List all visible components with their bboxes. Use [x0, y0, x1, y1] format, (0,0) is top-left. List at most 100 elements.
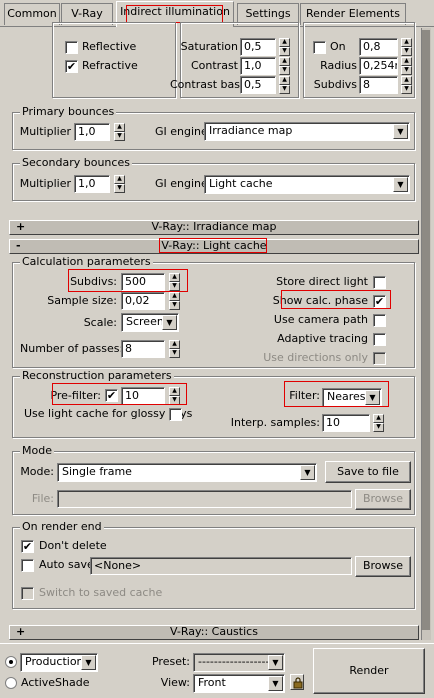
ao-on-checkbox[interactable]: [313, 41, 326, 54]
secondary-multiplier-field[interactable]: 1,0: [74, 175, 110, 193]
on-render-end-title: On render end: [20, 520, 104, 533]
ao-amount-spinner[interactable]: ▲ ▼: [401, 38, 412, 56]
caustics-rollout[interactable]: + V-Ray:: Caustics: [9, 625, 419, 640]
scrollbar-thumb[interactable]: [422, 30, 430, 630]
secondary-gi-engine-select[interactable]: Light cache ▼: [204, 175, 410, 194]
activeshade-radio[interactable]: [5, 677, 17, 689]
primary-gi-engine-select[interactable]: Irradiance map ▼: [204, 122, 410, 141]
adaptive-tracing-checkbox[interactable]: [373, 333, 386, 346]
filter-label: Filter:: [289, 389, 320, 402]
chevron-down-icon: ▼: [81, 655, 96, 670]
primary-multiplier-label: Multiplier: [19, 125, 71, 138]
use-camera-path-checkbox[interactable]: [373, 314, 386, 327]
radius-spinner[interactable]: ▲ ▼: [401, 57, 412, 75]
interp-samples-label: Interp. samples:: [230, 416, 320, 429]
prefilter-checkbox[interactable]: ✔: [105, 389, 118, 402]
prefilter-label: Pre-filter:: [50, 389, 101, 402]
subdivs-spinner[interactable]: ▲ ▼: [169, 273, 180, 291]
auto-save-label: Auto save:: [39, 558, 98, 571]
ao-amount-field[interactable]: 0,8: [359, 38, 398, 56]
auto-save-checkbox[interactable]: [21, 559, 34, 572]
interp-samples-field[interactable]: 10: [322, 414, 370, 432]
store-direct-light-checkbox[interactable]: [373, 276, 386, 289]
ao-on-label: On: [330, 40, 346, 53]
dont-delete-label: Don't delete: [39, 539, 107, 552]
adaptive-tracing-label: Adaptive tracing: [277, 332, 368, 345]
contrast-field[interactable]: 1,0: [240, 57, 276, 75]
primary-multiplier-spinner[interactable]: ▲ ▼: [114, 123, 125, 141]
secondary-multiplier-label: Multiplier: [19, 177, 71, 190]
render-button[interactable]: Render: [313, 648, 425, 694]
file-field[interactable]: [57, 490, 352, 508]
production-radio[interactable]: [5, 656, 17, 668]
chevron-down-icon: ▼: [393, 124, 408, 139]
ao-subdivs-field[interactable]: 8: [359, 76, 398, 94]
primary-bounces-title: Primary bounces: [20, 105, 117, 118]
irradiance-map-rollout[interactable]: + V-Ray:: Irradiance map: [9, 220, 419, 235]
auto-save-browse-button[interactable]: Browse: [355, 556, 411, 577]
scale-select[interactable]: Screen ▼: [121, 313, 179, 332]
sample-size-label: Sample size:: [47, 294, 117, 307]
saturation-label: Saturation: [180, 40, 238, 53]
chevron-down-icon: ▼: [300, 465, 315, 480]
primary-gi-engine-label: GI engine: [155, 125, 208, 138]
switch-to-saved-cache-label: Switch to saved cache: [39, 586, 163, 599]
saturation-spinner[interactable]: ▲ ▼: [279, 38, 290, 56]
saturation-field[interactable]: 0,5: [240, 38, 276, 56]
ao-subdivs-label: Subdivs: [313, 78, 357, 91]
chevron-down-icon: ▼: [393, 177, 408, 192]
secondary-bounces-title: Secondary bounces: [20, 156, 132, 169]
interp-samples-spinner[interactable]: ▲ ▼: [373, 414, 384, 432]
secondary-gi-engine-label: GI engine: [155, 177, 208, 190]
mode-browse-button[interactable]: Browse: [355, 489, 411, 510]
prefilter-spinner[interactable]: ▲ ▼: [169, 387, 180, 405]
passes-spinner[interactable]: ▲ ▼: [169, 340, 180, 358]
reflective-label: Reflective: [82, 40, 137, 53]
use-directions-only-checkbox[interactable]: [373, 352, 386, 365]
glossy-rays-label: Use light cache for glossy rays: [24, 407, 193, 420]
save-to-file-button[interactable]: Save to file: [325, 461, 411, 483]
contrast-spinner[interactable]: ▲ ▼: [279, 57, 290, 75]
prefilter-field[interactable]: 10: [121, 387, 165, 405]
calculation-parameters-title: Calculation parameters: [20, 255, 153, 268]
refractive-checkbox[interactable]: ✔: [65, 60, 78, 73]
contrast-base-field[interactable]: 0,5: [240, 76, 276, 94]
preset-label: Preset:: [151, 655, 190, 668]
refractive-label: Refractive: [82, 59, 138, 72]
primary-multiplier-field[interactable]: 1,0: [74, 123, 110, 141]
sample-size-field[interactable]: 0,02: [121, 292, 165, 310]
preset-select[interactable]: -------------------- ▼: [193, 653, 285, 672]
contrast-base-label: Contrast base: [170, 78, 247, 91]
dont-delete-checkbox[interactable]: ✔: [21, 540, 34, 553]
show-calc-phase-label: Show calc. phase: [272, 294, 368, 307]
reconstruction-parameters-title: Reconstruction parameters: [20, 369, 174, 382]
ao-subdivs-spinner[interactable]: ▲ ▼: [401, 76, 412, 94]
glossy-rays-checkbox[interactable]: [169, 408, 182, 421]
light-cache-rollout[interactable]: - V-Ray:: Light cache: [9, 239, 419, 254]
sample-size-spinner[interactable]: ▲ ▼: [169, 292, 180, 310]
passes-field[interactable]: 8: [121, 340, 165, 358]
mode-select[interactable]: Single frame ▼: [57, 463, 317, 482]
use-camera-path-label: Use camera path: [273, 313, 368, 326]
mode-title: Mode: [20, 444, 54, 457]
scale-label: Scale:: [83, 316, 117, 329]
view-select[interactable]: Front ▼: [193, 674, 285, 693]
subdivs-label: Subdivs:: [70, 275, 117, 288]
radius-field[interactable]: 0,254m: [359, 57, 398, 75]
chevron-down-icon: ▼: [365, 390, 380, 405]
switch-to-saved-cache-checkbox[interactable]: [21, 587, 34, 600]
store-direct-light-label: Store direct light: [276, 275, 368, 288]
contrast-base-spinner[interactable]: ▲ ▼: [279, 76, 290, 94]
filter-select[interactable]: Nearest ▼: [322, 388, 382, 407]
subdivs-field[interactable]: 500: [121, 273, 165, 291]
reflective-checkbox[interactable]: [65, 41, 78, 54]
lock-icon[interactable]: [290, 674, 304, 690]
show-calc-phase-checkbox[interactable]: ✔: [373, 295, 386, 308]
production-select[interactable]: Production ▼: [20, 653, 98, 672]
activeshade-label: ActiveShade: [21, 676, 90, 689]
secondary-multiplier-spinner[interactable]: ▲ ▼: [114, 175, 125, 193]
auto-save-path-field[interactable]: <None>: [90, 557, 352, 575]
passes-label: Number of passes:: [20, 342, 124, 355]
view-label: View:: [160, 676, 190, 689]
mode-label: Mode:: [20, 465, 54, 478]
